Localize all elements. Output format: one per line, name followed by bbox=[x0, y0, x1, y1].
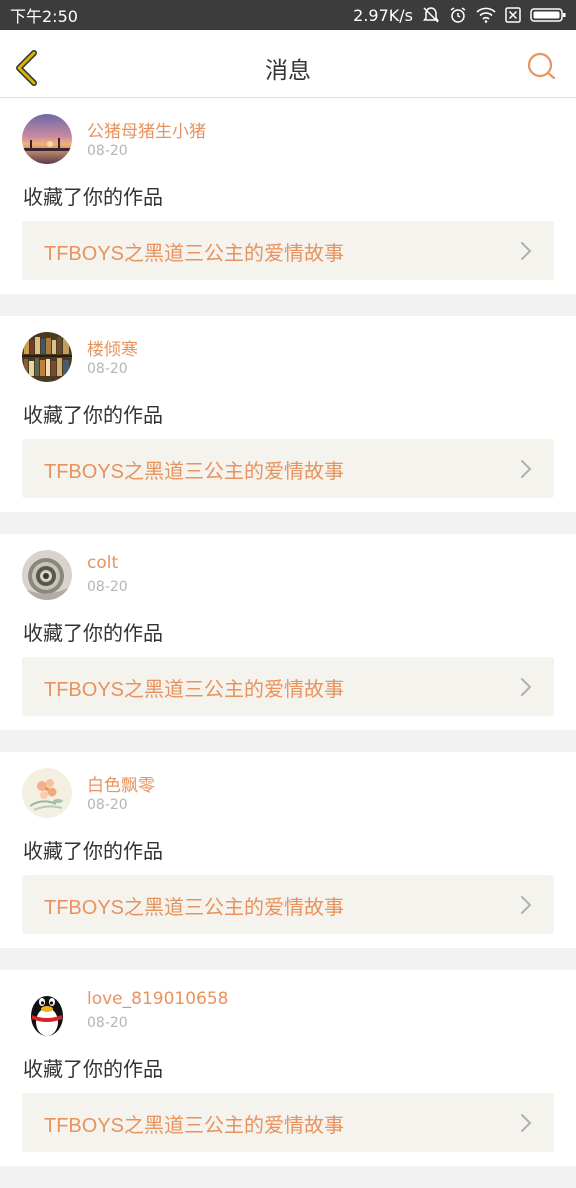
avatar[interactable] bbox=[22, 550, 72, 600]
message-list: 公猪母猪生小猪 08-20 收藏了你的作品 TFBOYS之黑道三公主的爱情故事 … bbox=[0, 98, 576, 1188]
battery-icon bbox=[530, 7, 566, 23]
work-link[interactable]: TFBOYS之黑道三公主的爱情故事 bbox=[22, 439, 554, 498]
work-title: TFBOYS之黑道三公主的爱情故事 bbox=[44, 897, 345, 919]
message-date: 08-20 bbox=[87, 579, 128, 595]
avatar[interactable] bbox=[22, 114, 72, 164]
work-link[interactable]: TFBOYS之黑道三公主的爱情故事 bbox=[22, 875, 554, 934]
search-icon bbox=[527, 52, 556, 80]
avatar[interactable] bbox=[22, 768, 72, 818]
network-speed: 2.97K/s bbox=[353, 5, 413, 25]
message-item: colt 08-20 收藏了你的作品 TFBOYS之黑道三公主的爱情故事 bbox=[0, 534, 576, 730]
message-date: 08-20 bbox=[87, 143, 128, 159]
search-button[interactable] bbox=[524, 50, 558, 84]
status-bar: 下午2:50 2.97K/s bbox=[0, 0, 576, 30]
avatar[interactable] bbox=[22, 986, 72, 1036]
chevron-right-icon bbox=[521, 896, 532, 914]
bell-off-icon bbox=[422, 6, 440, 24]
message-date: 08-20 bbox=[87, 797, 128, 813]
header-bar: 消息 bbox=[0, 30, 576, 98]
work-link[interactable]: TFBOYS之黑道三公主的爱情故事 bbox=[22, 657, 554, 716]
message-item: 白色飘零 08-20 收藏了你的作品 TFBOYS之黑道三公主的爱情故事 bbox=[0, 752, 576, 948]
username[interactable]: 楼倾寒 bbox=[87, 335, 138, 360]
message-text: 收藏了你的作品 bbox=[23, 185, 163, 209]
chevron-right-icon bbox=[521, 1114, 532, 1132]
alarm-icon bbox=[449, 6, 467, 24]
page-title: 消息 bbox=[265, 58, 311, 84]
message-date: 08-20 bbox=[87, 361, 128, 377]
work-link[interactable]: TFBOYS之黑道三公主的爱情故事 bbox=[22, 221, 554, 280]
message-text: 收藏了你的作品 bbox=[23, 1057, 163, 1081]
sim-off-icon bbox=[505, 7, 521, 23]
username[interactable]: love_819010658 bbox=[87, 989, 229, 1009]
work-link[interactable]: TFBOYS之黑道三公主的爱情故事 bbox=[22, 1093, 554, 1152]
work-title: TFBOYS之黑道三公主的爱情故事 bbox=[44, 679, 345, 701]
avatar[interactable] bbox=[22, 332, 72, 382]
message-item: 楼倾寒 08-20 收藏了你的作品 TFBOYS之黑道三公主的爱情故事 bbox=[0, 316, 576, 512]
username[interactable]: 公猪母猪生小猪 bbox=[87, 117, 206, 142]
message-item: love_819010658 08-20 收藏了你的作品 TFBOYS之黑道三公… bbox=[0, 970, 576, 1166]
message-text: 收藏了你的作品 bbox=[23, 621, 163, 645]
username[interactable]: colt bbox=[87, 553, 118, 573]
chevron-right-icon bbox=[521, 678, 532, 696]
message-text: 收藏了你的作品 bbox=[23, 403, 163, 427]
message-date: 08-20 bbox=[87, 1015, 128, 1031]
work-title: TFBOYS之黑道三公主的爱情故事 bbox=[44, 243, 345, 265]
chevron-right-icon bbox=[521, 460, 532, 478]
status-icons: 2.97K/s bbox=[353, 6, 566, 25]
penguin-icon bbox=[31, 996, 63, 1036]
work-title: TFBOYS之黑道三公主的爱情故事 bbox=[44, 1115, 345, 1137]
username[interactable]: 白色飘零 bbox=[87, 771, 155, 796]
chevron-right-icon bbox=[521, 242, 532, 260]
work-title: TFBOYS之黑道三公主的爱情故事 bbox=[44, 461, 345, 483]
status-time: 下午2:50 bbox=[10, 7, 78, 26]
message-text: 收藏了你的作品 bbox=[23, 839, 163, 863]
wifi-icon bbox=[476, 7, 496, 23]
message-item: 公猪母猪生小猪 08-20 收藏了你的作品 TFBOYS之黑道三公主的爱情故事 bbox=[0, 98, 576, 294]
